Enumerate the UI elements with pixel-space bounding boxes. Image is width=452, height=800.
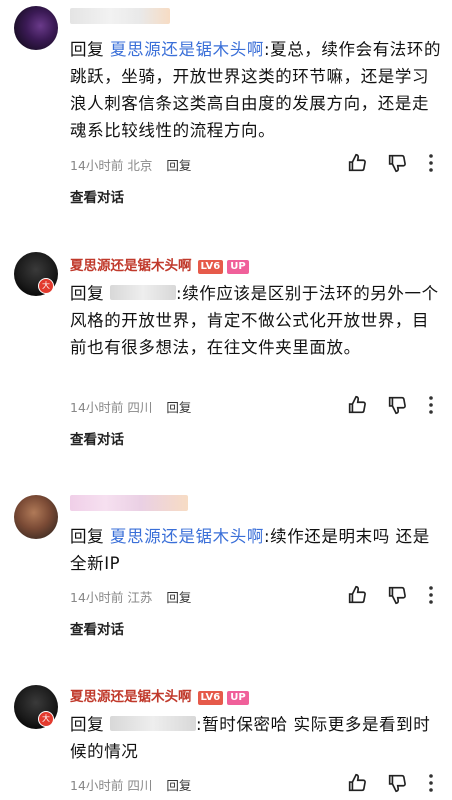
- thumbs-down-icon[interactable]: [386, 152, 408, 174]
- more-icon[interactable]: [426, 772, 436, 794]
- timestamp: 14小时前: [70, 778, 124, 793]
- blurred-mention[interactable]: [110, 285, 177, 300]
- timestamp: 14小时前: [70, 158, 124, 173]
- reply-prefix: 回复: [70, 527, 111, 546]
- level-badge: LV6: [197, 260, 224, 274]
- location: 四川: [127, 778, 153, 793]
- comment-item: 回复 夏思源还是锯木头啊:夏总，续作会有法环的跳跃，坐骑，开放世界这类的环节嘛，…: [0, 0, 452, 210]
- more-icon[interactable]: [426, 394, 436, 416]
- comment-content: 回复 :暂时保密哈 实际更多是看到时候的情况: [70, 711, 442, 765]
- reply-button[interactable]: 回复: [166, 778, 191, 793]
- comment-content: 回复 夏思源还是锯木头啊:续作还是明末吗 还是全新IP: [70, 523, 442, 577]
- reply-button[interactable]: 回复: [166, 158, 191, 173]
- view-conversation-link[interactable]: 查看对话: [70, 186, 124, 206]
- reply-button[interactable]: 回复: [166, 400, 191, 415]
- username[interactable]: 夏思源还是锯木头啊 LV6 UP: [70, 254, 249, 274]
- username[interactable]: 夏思源还是锯木头啊 LV6 UP: [70, 685, 249, 705]
- comment-item: 大 夏思源还是锯木头啊 LV6 UP 回复 :续作应该是区别于法环的另外一个风格的开…: [0, 240, 452, 460]
- creator-badge: 大: [38, 278, 54, 294]
- thumbs-up-icon[interactable]: [346, 772, 368, 794]
- username-text[interactable]: 夏思源还是锯木头啊: [70, 258, 192, 274]
- thumbs-up-icon[interactable]: [346, 394, 368, 416]
- timestamp: 14小时前: [70, 400, 124, 415]
- location: 江苏: [127, 590, 153, 605]
- comment-meta: 14小时前 四川 回复: [70, 775, 191, 794]
- mention-link[interactable]: 夏思源还是锯木头啊: [110, 527, 264, 546]
- thumbs-up-icon[interactable]: [346, 584, 368, 606]
- blurred-username[interactable]: [70, 495, 188, 511]
- comment-meta: 14小时前 江苏 回复: [70, 587, 191, 606]
- blurred-mention[interactable]: [110, 716, 197, 731]
- view-conversation-link[interactable]: 查看对话: [70, 618, 124, 638]
- location: 北京: [127, 158, 153, 173]
- reply-prefix: 回复: [70, 715, 111, 734]
- up-tag: UP: [227, 691, 249, 705]
- username-text[interactable]: 夏思源还是锯木头啊: [70, 689, 192, 705]
- comment-actions: [346, 772, 446, 794]
- comment-actions: [346, 152, 446, 174]
- comment-meta: 14小时前 北京 回复: [70, 155, 191, 174]
- view-conversation-link[interactable]: 查看对话: [70, 428, 124, 448]
- mention-link[interactable]: 夏思源还是锯木头啊: [110, 40, 264, 59]
- avatar[interactable]: [14, 495, 58, 539]
- avatar[interactable]: [14, 6, 58, 50]
- reply-button[interactable]: 回复: [166, 590, 191, 605]
- comment-meta: 14小时前 四川 回复: [70, 397, 191, 416]
- comment-actions: [346, 394, 446, 416]
- more-icon[interactable]: [426, 584, 436, 606]
- thumbs-down-icon[interactable]: [386, 394, 408, 416]
- reply-prefix: 回复: [70, 40, 111, 59]
- timestamp: 14小时前: [70, 590, 124, 605]
- more-icon[interactable]: [426, 152, 436, 174]
- thumbs-down-icon[interactable]: [386, 772, 408, 794]
- up-tag: UP: [227, 260, 249, 274]
- thumbs-down-icon[interactable]: [386, 584, 408, 606]
- comment-content: 回复 夏思源还是锯木头啊:夏总，续作会有法环的跳跃，坐骑，开放世界这类的环节嘛，…: [70, 36, 442, 144]
- level-badge: LV6: [197, 691, 224, 705]
- thumbs-up-icon[interactable]: [346, 152, 368, 174]
- reply-prefix: 回复: [70, 284, 111, 303]
- blurred-username[interactable]: [70, 8, 170, 24]
- comment-item: 回复 夏思源还是锯木头啊:续作还是明末吗 还是全新IP 14小时前 江苏 回复 …: [0, 485, 452, 655]
- comment-content: 回复 :续作应该是区别于法环的另外一个风格的开放世界，肯定不做公式化开放世界，目…: [70, 280, 442, 361]
- comment-actions: [346, 584, 446, 606]
- creator-badge: 大: [38, 711, 54, 727]
- comment-item: 大 夏思源还是锯木头啊 LV6 UP 回复 :暂时保密哈 实际更多是看到时候的情况 …: [0, 675, 452, 800]
- location: 四川: [127, 400, 153, 415]
